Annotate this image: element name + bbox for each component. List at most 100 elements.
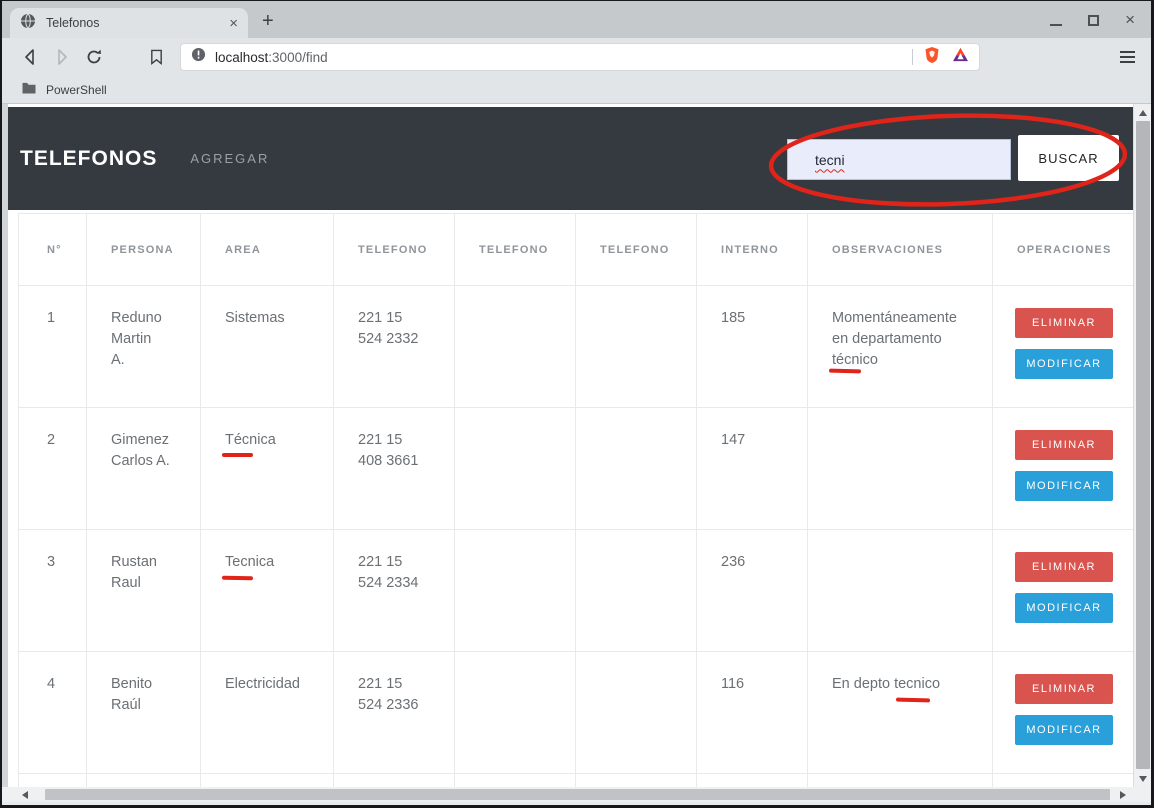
- col-header-telefono1: TELEFONO: [334, 214, 455, 286]
- eliminar-button[interactable]: ELIMINAR: [1015, 674, 1113, 704]
- cell-num: 4: [19, 652, 87, 774]
- cell-telefono3: [576, 408, 697, 530]
- modificar-button[interactable]: MODIFICAR: [1015, 715, 1113, 745]
- table-row: 3 Rustan Raul Tecnica 221 15 524 2334 23…: [19, 530, 1134, 652]
- urlbar-divider: [912, 49, 913, 65]
- cell-telefono3: [576, 652, 697, 774]
- tab-strip: Telefonos × + ×: [2, 1, 1151, 38]
- browser-toolbar: localhost:3000/find: [2, 38, 1151, 76]
- cell-telefono1: 221 15 524 2332: [334, 286, 455, 408]
- cell-num: 3: [19, 530, 87, 652]
- cell-num: 2: [19, 408, 87, 530]
- search-input-value: tecni: [815, 152, 845, 168]
- tab-title: Telefonos: [46, 16, 229, 30]
- cell-interno: 185: [697, 286, 808, 408]
- cell-telefono2: [455, 286, 576, 408]
- phones-table: N° PERSONA AREA TELEFONO TELEFONO TELEFO…: [18, 213, 1133, 787]
- table-row: 2 Gimenez Carlos A. Técnica 221 15 408 3…: [19, 408, 1134, 530]
- tab-close-icon[interactable]: ×: [229, 16, 238, 31]
- app-navbar: TELEFONOS AGREGAR tecni BUSCAR: [8, 107, 1133, 210]
- window-close-icon[interactable]: ×: [1125, 13, 1135, 27]
- cell-area: Sistemas: [201, 286, 334, 408]
- cell-observaciones: [808, 408, 993, 530]
- modificar-button[interactable]: MODIFICAR: [1015, 593, 1113, 623]
- minimize-icon[interactable]: [1050, 24, 1062, 26]
- col-header-persona: PERSONA: [87, 214, 201, 286]
- cell-telefono1: 221 15 524 2336: [334, 652, 455, 774]
- bookmarks-bar: PowerShell: [2, 76, 1151, 104]
- window-bottom-edge: [2, 802, 1151, 805]
- url-text: localhost:3000/find: [215, 50, 328, 65]
- vertical-scrollbar[interactable]: [1133, 104, 1151, 787]
- cell-persona: Rustan Raul: [87, 530, 201, 652]
- cell-telefono2: [455, 652, 576, 774]
- maximize-icon[interactable]: [1088, 15, 1099, 26]
- eliminar-button[interactable]: ELIMINAR: [1015, 430, 1113, 460]
- scroll-left-icon[interactable]: [22, 791, 28, 799]
- col-header-observaciones: OBSERVACIONES: [808, 214, 993, 286]
- horizontal-scrollbar-thumb[interactable]: [45, 789, 1110, 800]
- cell-persona: Benito Raúl: [87, 652, 201, 774]
- col-header-interno: INTERNO: [697, 214, 808, 286]
- col-header-area: AREA: [201, 214, 334, 286]
- vertical-scrollbar-thumb[interactable]: [1136, 121, 1150, 769]
- globe-favicon-icon: [20, 13, 36, 34]
- table-row: [19, 774, 1134, 788]
- cell-interno: 116: [697, 652, 808, 774]
- scrollbar-corner: [1133, 787, 1151, 802]
- scroll-up-icon[interactable]: [1139, 110, 1147, 116]
- brave-shield-icon[interactable]: [924, 46, 940, 69]
- cell-telefono1: 221 15 524 2334: [334, 530, 455, 652]
- horizontal-scrollbar[interactable]: [2, 787, 1133, 802]
- cell-operaciones: ELIMINAR MODIFICAR: [993, 286, 1134, 408]
- folder-icon: [21, 81, 37, 99]
- cell-area: Tecnica: [201, 530, 334, 652]
- new-tab-icon[interactable]: +: [262, 10, 274, 33]
- eliminar-button[interactable]: ELIMINAR: [1015, 552, 1113, 582]
- bat-rewards-icon[interactable]: [952, 47, 969, 67]
- bookmark-item-powershell[interactable]: PowerShell: [46, 83, 107, 97]
- cell-area: Electricidad: [201, 652, 334, 774]
- table-row: 1 Reduno Martin A. Sistemas 221 15 524 2…: [19, 286, 1134, 408]
- cell-observaciones: Momentáneamente en departamento técnico: [808, 286, 993, 408]
- eliminar-button[interactable]: ELIMINAR: [1015, 308, 1113, 338]
- menu-icon[interactable]: [1120, 51, 1135, 63]
- cell-interno: 236: [697, 530, 808, 652]
- search-input[interactable]: tecni: [787, 139, 1011, 180]
- bookmark-icon[interactable]: [149, 48, 164, 71]
- app-brand[interactable]: TELEFONOS: [20, 147, 157, 171]
- url-path: :3000/find: [268, 50, 327, 65]
- col-header-telefono3: TELEFONO: [576, 214, 697, 286]
- nav-link-agregar[interactable]: AGREGAR: [190, 151, 269, 166]
- browser-tab[interactable]: Telefonos ×: [10, 8, 248, 38]
- cell-observaciones: En depto tecnico: [808, 652, 993, 774]
- cell-operaciones: ELIMINAR MODIFICAR: [993, 652, 1134, 774]
- col-header-num: N°: [19, 214, 87, 286]
- cell-telefono3: [576, 530, 697, 652]
- window-controls: ×: [1050, 12, 1135, 28]
- cell-persona: Gimenez Carlos A.: [87, 408, 201, 530]
- back-icon[interactable]: [20, 47, 40, 72]
- col-header-telefono2: TELEFONO: [455, 214, 576, 286]
- site-info-icon[interactable]: [191, 47, 206, 67]
- cell-operaciones: ELIMINAR MODIFICAR: [993, 408, 1134, 530]
- cell-telefono2: [455, 408, 576, 530]
- modificar-button[interactable]: MODIFICAR: [1015, 471, 1113, 501]
- cell-observaciones: [808, 530, 993, 652]
- table-row: 4 Benito Raúl Electricidad 221 15 524 23…: [19, 652, 1134, 774]
- buscar-button[interactable]: BUSCAR: [1018, 135, 1119, 181]
- browser-window: Telefonos × + × localhost:3000/find: [0, 0, 1154, 808]
- table-header-row: N° PERSONA AREA TELEFONO TELEFONO TELEFO…: [19, 214, 1134, 286]
- cell-telefono1: 221 15 408 3661: [334, 408, 455, 530]
- cell-num: 1: [19, 286, 87, 408]
- modificar-button[interactable]: MODIFICAR: [1015, 349, 1113, 379]
- cell-telefono2: [455, 530, 576, 652]
- scroll-right-icon[interactable]: [1120, 791, 1126, 799]
- forward-icon[interactable]: [52, 47, 72, 72]
- address-bar[interactable]: localhost:3000/find: [180, 43, 980, 71]
- cell-persona: Reduno Martin A.: [87, 286, 201, 408]
- col-header-operaciones: OPERACIONES: [993, 214, 1134, 286]
- scroll-down-icon[interactable]: [1139, 776, 1147, 782]
- reload-icon[interactable]: [84, 47, 104, 72]
- cell-operaciones: ELIMINAR MODIFICAR: [993, 530, 1134, 652]
